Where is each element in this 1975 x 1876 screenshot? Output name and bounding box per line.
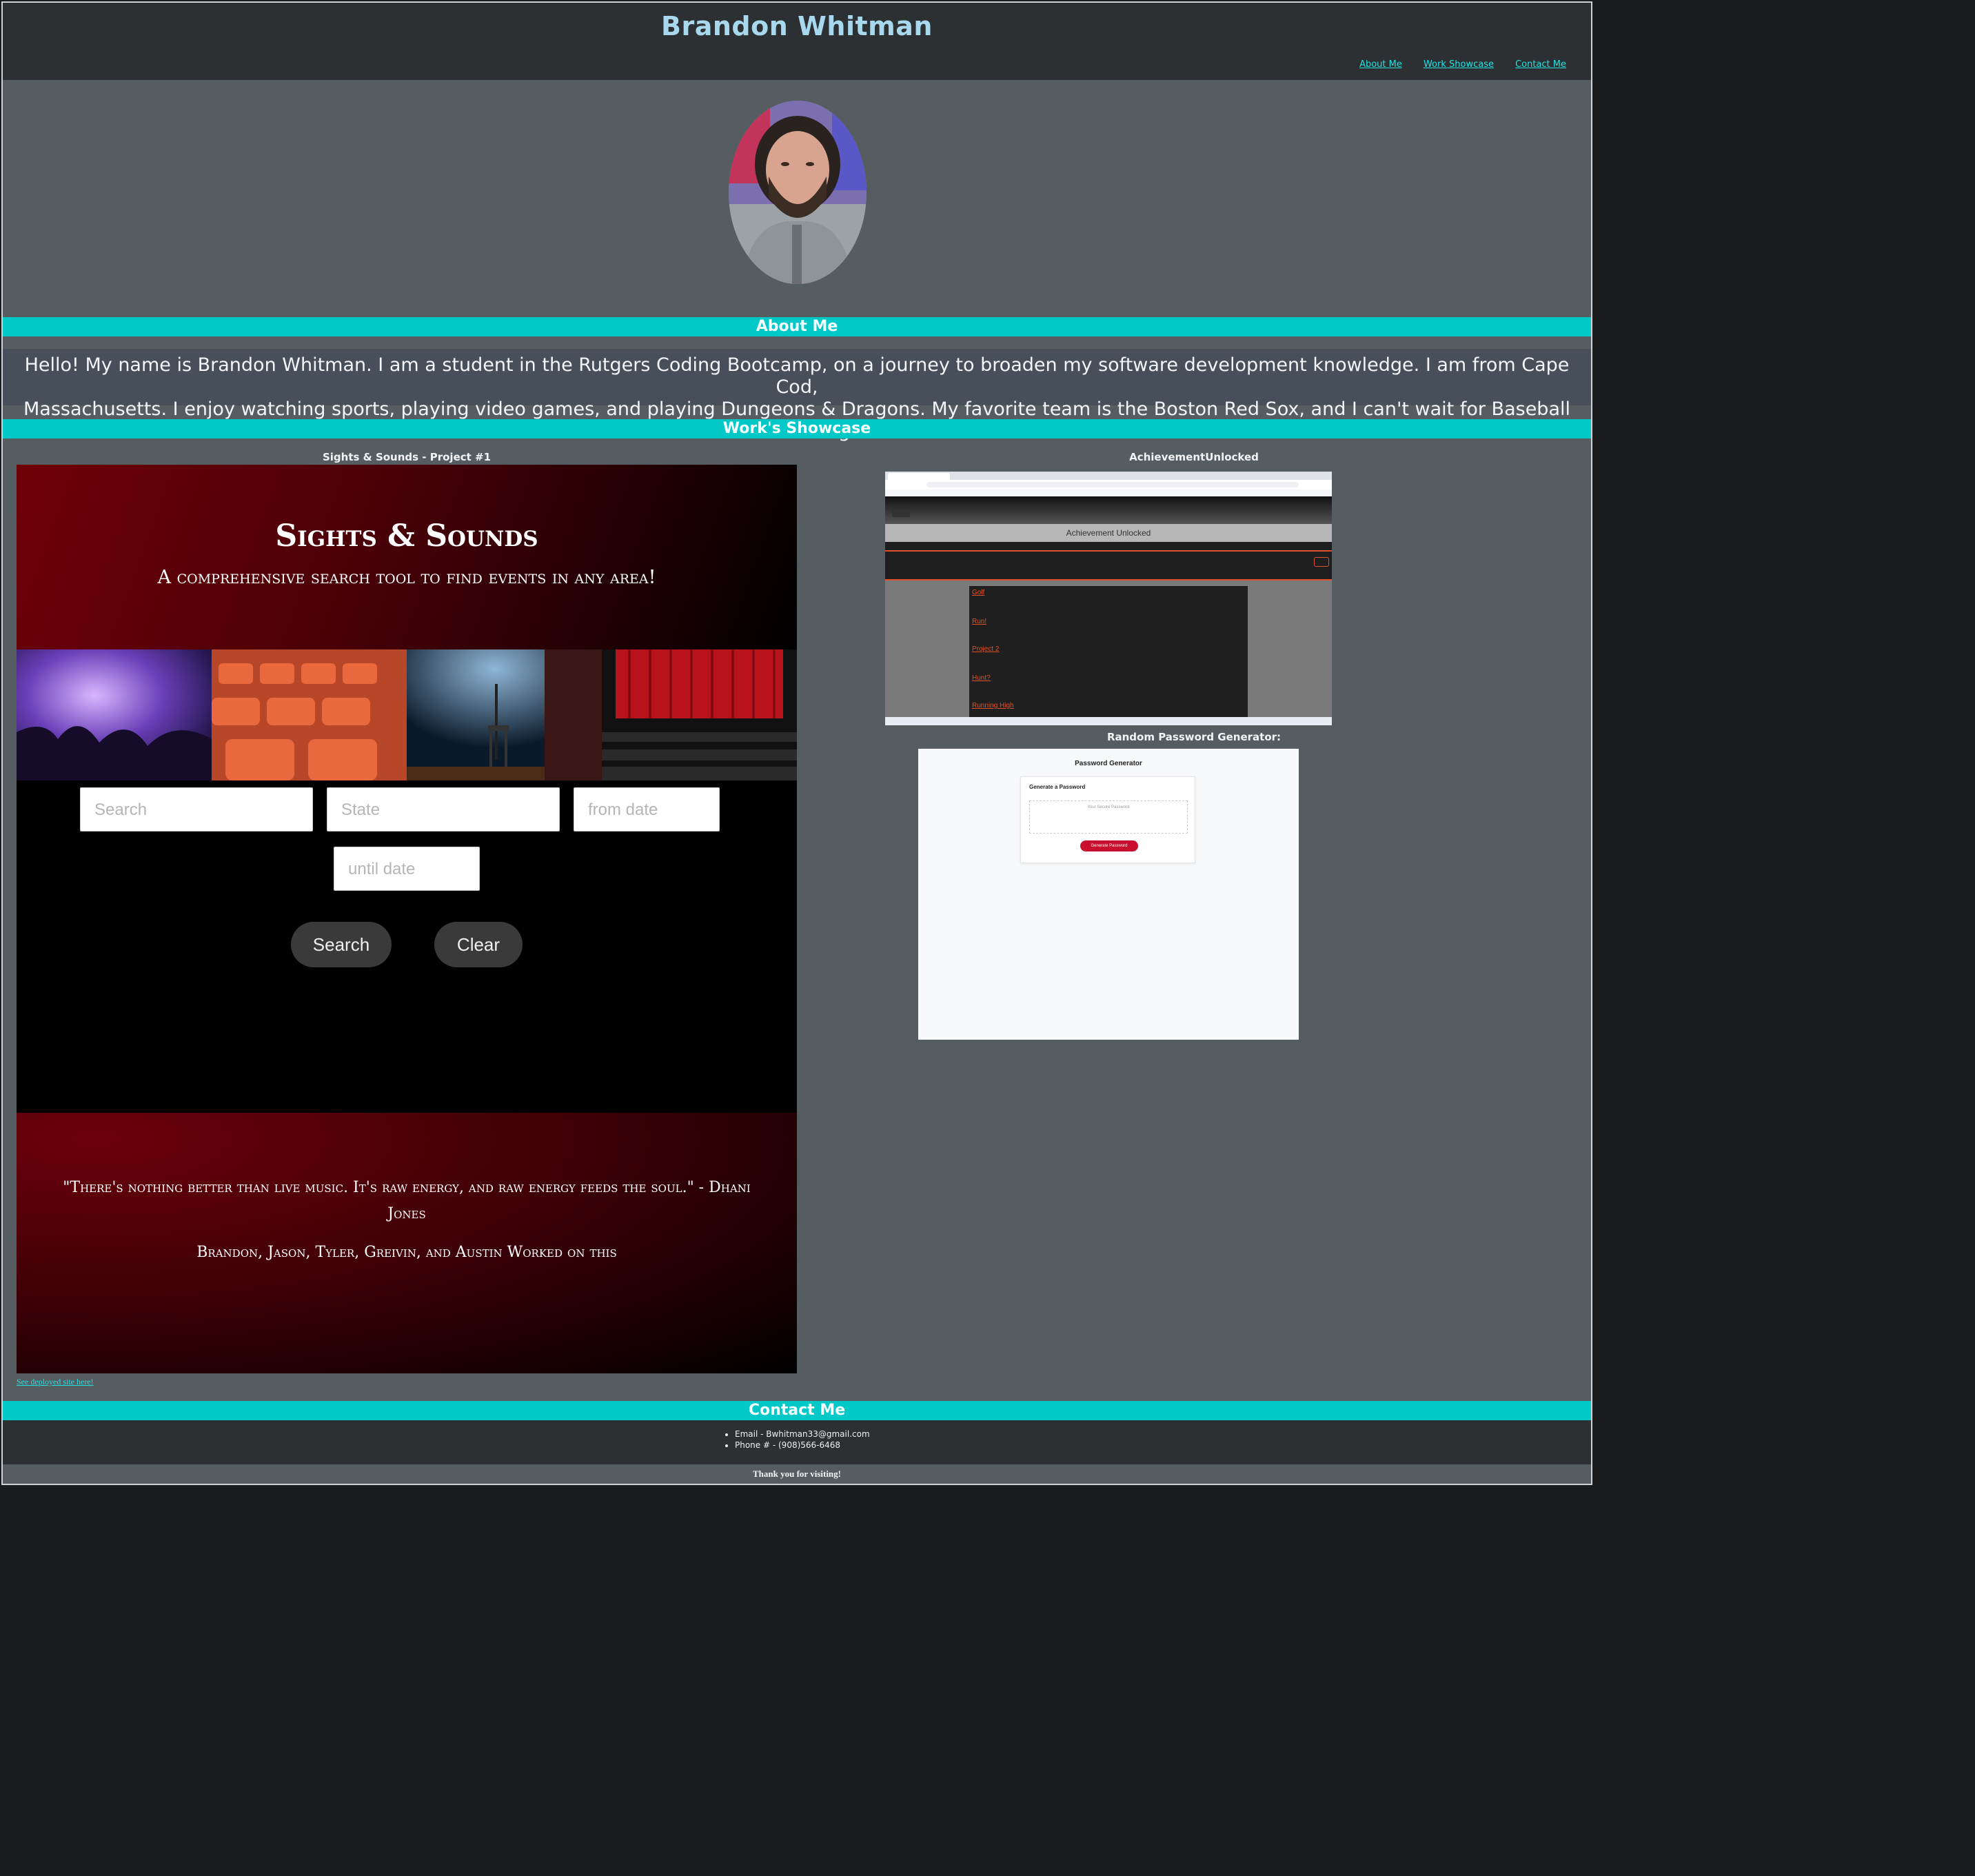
project1-screenshot[interactable]: Sights & Sounds A comprehensive search t…	[17, 465, 797, 1373]
au-strip	[885, 542, 1332, 550]
ss-brand: Sights & Sounds	[275, 518, 538, 554]
portfolio-page: Brandon Whitman About Me Work Showcase C…	[1, 1, 1592, 1485]
au-item-5: Running High	[972, 702, 1014, 709]
red-curtain-theater-image	[602, 649, 797, 780]
pg-generate-button: Generate Password	[1080, 840, 1138, 851]
browser-address-bar	[926, 482, 1299, 487]
state-input[interactable]: State	[327, 787, 560, 831]
theater-seats-image	[212, 649, 407, 780]
ss-credits: Brandon, Jason, Tyler, Greivin, and Aust…	[196, 1244, 617, 1261]
browser-tab	[888, 473, 950, 480]
au-item-1: Golf	[972, 589, 985, 596]
hero-section	[3, 80, 1591, 317]
au-app-title: Achievement Unlocked	[885, 524, 1332, 542]
concert-crowd-image	[17, 649, 212, 780]
pg-app-title: Password Generator	[1075, 760, 1142, 767]
deployed-site-link[interactable]: See deployed site here!	[17, 1377, 94, 1387]
clear-button[interactable]: Clear	[434, 922, 523, 967]
search-button[interactable]: Search	[291, 922, 392, 967]
showcase-heading: Work's Showcase	[3, 419, 1591, 438]
project1-title: Sights & Sounds - Project #1	[322, 451, 492, 463]
project2-title: AchievementUnlocked	[1129, 451, 1259, 463]
until-date-input[interactable]: until date	[334, 847, 480, 891]
contact-email: Email - Bwhitman33@gmail.com	[735, 1429, 870, 1440]
site-header: Brandon Whitman About Me Work Showcase C…	[3, 3, 1591, 80]
ss-header: Sights & Sounds A comprehensive search t…	[17, 465, 797, 649]
ss-quote: "There's nothing better than live music.…	[63, 1179, 751, 1222]
footer-thanks: Thank you for visiting!	[753, 1469, 841, 1479]
browser-tab-bar	[885, 472, 1332, 480]
au-item-4: Hunt?	[972, 674, 991, 682]
au-banner-button	[892, 510, 910, 517]
main-nav: About Me Work Showcase Contact Me	[1341, 57, 1566, 70]
project3-title: Random Password Generator:	[1106, 731, 1282, 743]
about-heading: About Me	[3, 317, 1591, 336]
about-text: Hello! My name is Brandon Whitman. I am …	[3, 349, 1591, 442]
au-item-2: Run!	[972, 618, 987, 625]
ss-footer: "There's nothing better than live music.…	[17, 1113, 797, 1373]
search-input[interactable]: Search	[80, 787, 313, 831]
from-date-input[interactable]: from date	[574, 787, 720, 831]
site-title: Brandon Whitman	[661, 11, 933, 41]
pg-card-title: Generate a Password	[1029, 784, 1086, 790]
au-nav-button	[1314, 557, 1329, 567]
contact-section: Email - Bwhitman33@gmail.com Phone # - (…	[3, 1420, 1591, 1464]
nav-link-contact[interactable]: Contact Me	[1515, 59, 1566, 70]
nav-link-about[interactable]: About Me	[1359, 59, 1402, 70]
project3-screenshot[interactable]: Password Generator Generate a Password Y…	[918, 749, 1299, 1040]
comedy-stage-image	[407, 649, 602, 780]
project2-screenshot[interactable]: Achievement Unlocked Golf Run! Project 2…	[885, 472, 1332, 725]
au-list: Golf Run! Project 2 Hunt? Running High	[969, 586, 1248, 717]
au-taskbar	[885, 717, 1332, 725]
pg-password-field: Your Secure Password	[1029, 800, 1188, 834]
contact-list: Email - Bwhitman33@gmail.com Phone # - (…	[725, 1429, 870, 1451]
au-navbar	[885, 550, 1332, 581]
pg-card: Generate a Password Your Secure Password…	[1020, 776, 1195, 863]
ss-photo-strip	[17, 649, 797, 780]
contact-heading: Contact Me	[3, 1401, 1591, 1420]
au-item-3: Project 2	[972, 645, 1000, 653]
browser-bookmarks-bar	[885, 490, 1332, 496]
au-banner	[885, 496, 1332, 524]
nav-link-work[interactable]: Work Showcase	[1424, 59, 1494, 70]
contact-phone: Phone # - (908)566-6468	[735, 1440, 870, 1451]
profile-photo	[729, 101, 867, 284]
about-line-1: Hello! My name is Brandon Whitman. I am …	[24, 354, 1570, 398]
ss-tagline: A comprehensive search tool to find even…	[157, 567, 656, 588]
